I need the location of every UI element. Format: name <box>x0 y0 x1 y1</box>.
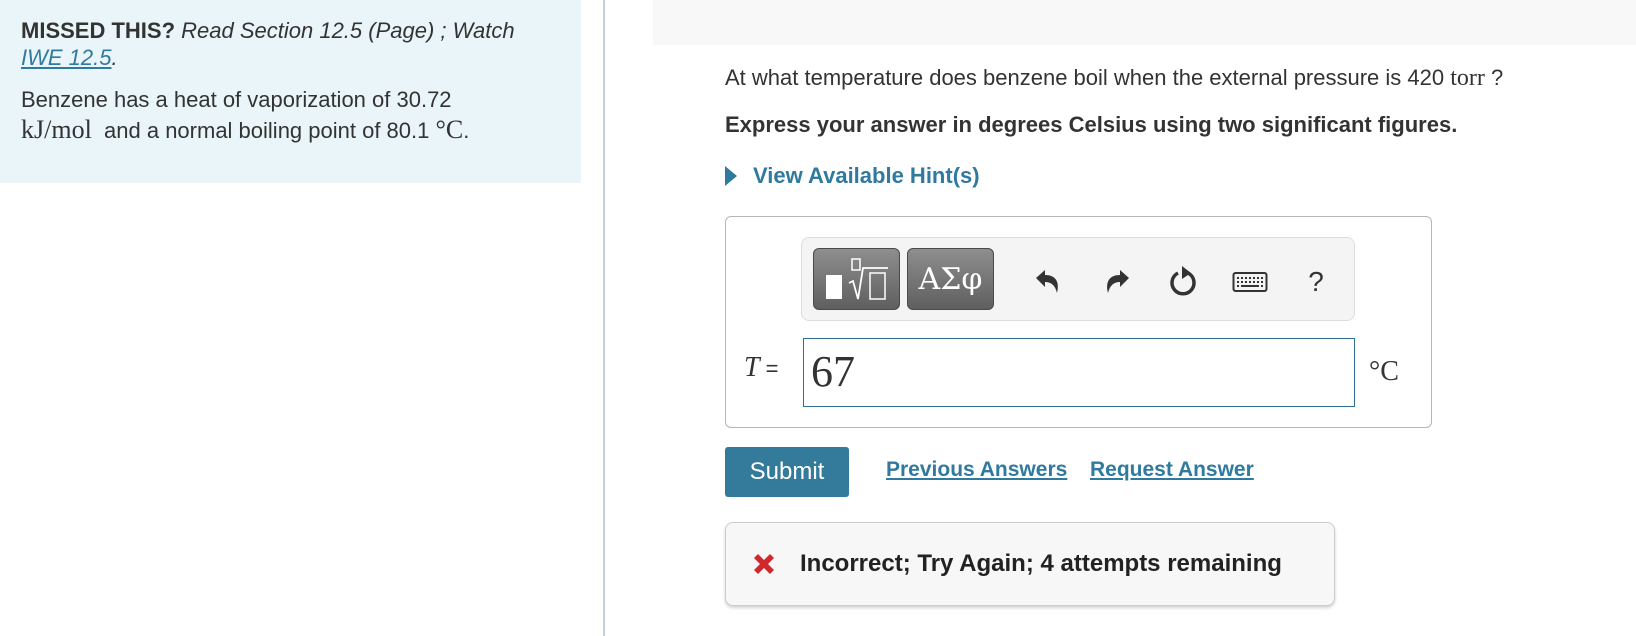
problem-prefix: Benzene has a heat of vaporization of 30… <box>21 87 452 112</box>
help-icon: ? <box>1308 266 1324 297</box>
caret-right-icon <box>725 166 737 186</box>
pressure-unit: torr <box>1450 65 1485 91</box>
read-section-text: Read Section 12.5 (Page) ; Watch <box>181 18 515 43</box>
problem-end: . <box>463 118 470 143</box>
previous-answers-link[interactable]: Previous Answers <box>886 458 1067 482</box>
heat-unit: kJ/mol <box>21 115 92 144</box>
missed-this-line: MISSED THIS? Read Section 12.5 (Page) ; … <box>21 17 560 71</box>
view-hints-toggle[interactable]: View Available Hint(s) <box>725 163 980 189</box>
answer-box: ΑΣφ ? T = 67 °C <box>725 216 1432 428</box>
equals-sign: = <box>765 356 779 381</box>
undo-icon <box>1036 270 1058 293</box>
question-body: At what temperature does benzene boil wh… <box>725 65 1445 90</box>
redo-icon <box>1107 270 1129 293</box>
submit-button[interactable]: Submit <box>725 447 849 497</box>
redo-button[interactable] <box>1097 262 1137 302</box>
math-toolbar: ΑΣφ ? <box>801 237 1355 321</box>
problem-statement: Benzene has a heat of vaporization of 30… <box>21 85 560 146</box>
reset-button[interactable] <box>1164 262 1204 302</box>
temp-unit: °C <box>435 115 464 144</box>
keyboard-icon <box>1232 272 1268 292</box>
help-button[interactable]: ? <box>1296 262 1336 302</box>
request-answer-link[interactable]: Request Answer <box>1090 458 1254 482</box>
view-hints-label[interactable]: View Available Hint(s) <box>753 163 980 189</box>
feedback-message: Incorrect; Try Again; 4 attempts remaini… <box>800 550 1282 577</box>
undo-button[interactable] <box>1028 262 1068 302</box>
problem-intro-panel: MISSED THIS? Read Section 12.5 (Page) ; … <box>0 0 581 183</box>
iwe-link[interactable]: IWE 12.5 <box>21 45 111 70</box>
period: . <box>111 45 118 70</box>
templates-icon <box>825 258 888 300</box>
pane-divider[interactable] <box>603 0 605 636</box>
feedback-box: Incorrect; Try Again; 4 attempts remaini… <box>725 522 1335 606</box>
answer-instruction: Express your answer in degrees Celsius u… <box>725 112 1458 137</box>
answer-unit: °C <box>1369 356 1399 387</box>
missed-this-label: MISSED THIS? <box>21 18 176 43</box>
question-text: At what temperature does benzene boil wh… <box>725 63 1503 93</box>
greek-symbols-button[interactable]: ΑΣφ <box>907 248 994 310</box>
problem-middle: and a normal boiling point of 80.1 <box>104 118 430 143</box>
greek-label: ΑΣφ <box>918 261 983 297</box>
keyboard-button[interactable] <box>1230 262 1270 302</box>
question-mark: ? <box>1491 65 1504 90</box>
answer-input[interactable]: 67 <box>803 338 1355 407</box>
answer-variable-label: T = <box>744 352 778 384</box>
x-icon <box>754 554 774 574</box>
templates-button[interactable] <box>813 248 900 310</box>
variable-symbol: T <box>744 352 760 383</box>
part-header-band <box>653 0 1636 45</box>
reset-icon <box>1170 266 1196 296</box>
